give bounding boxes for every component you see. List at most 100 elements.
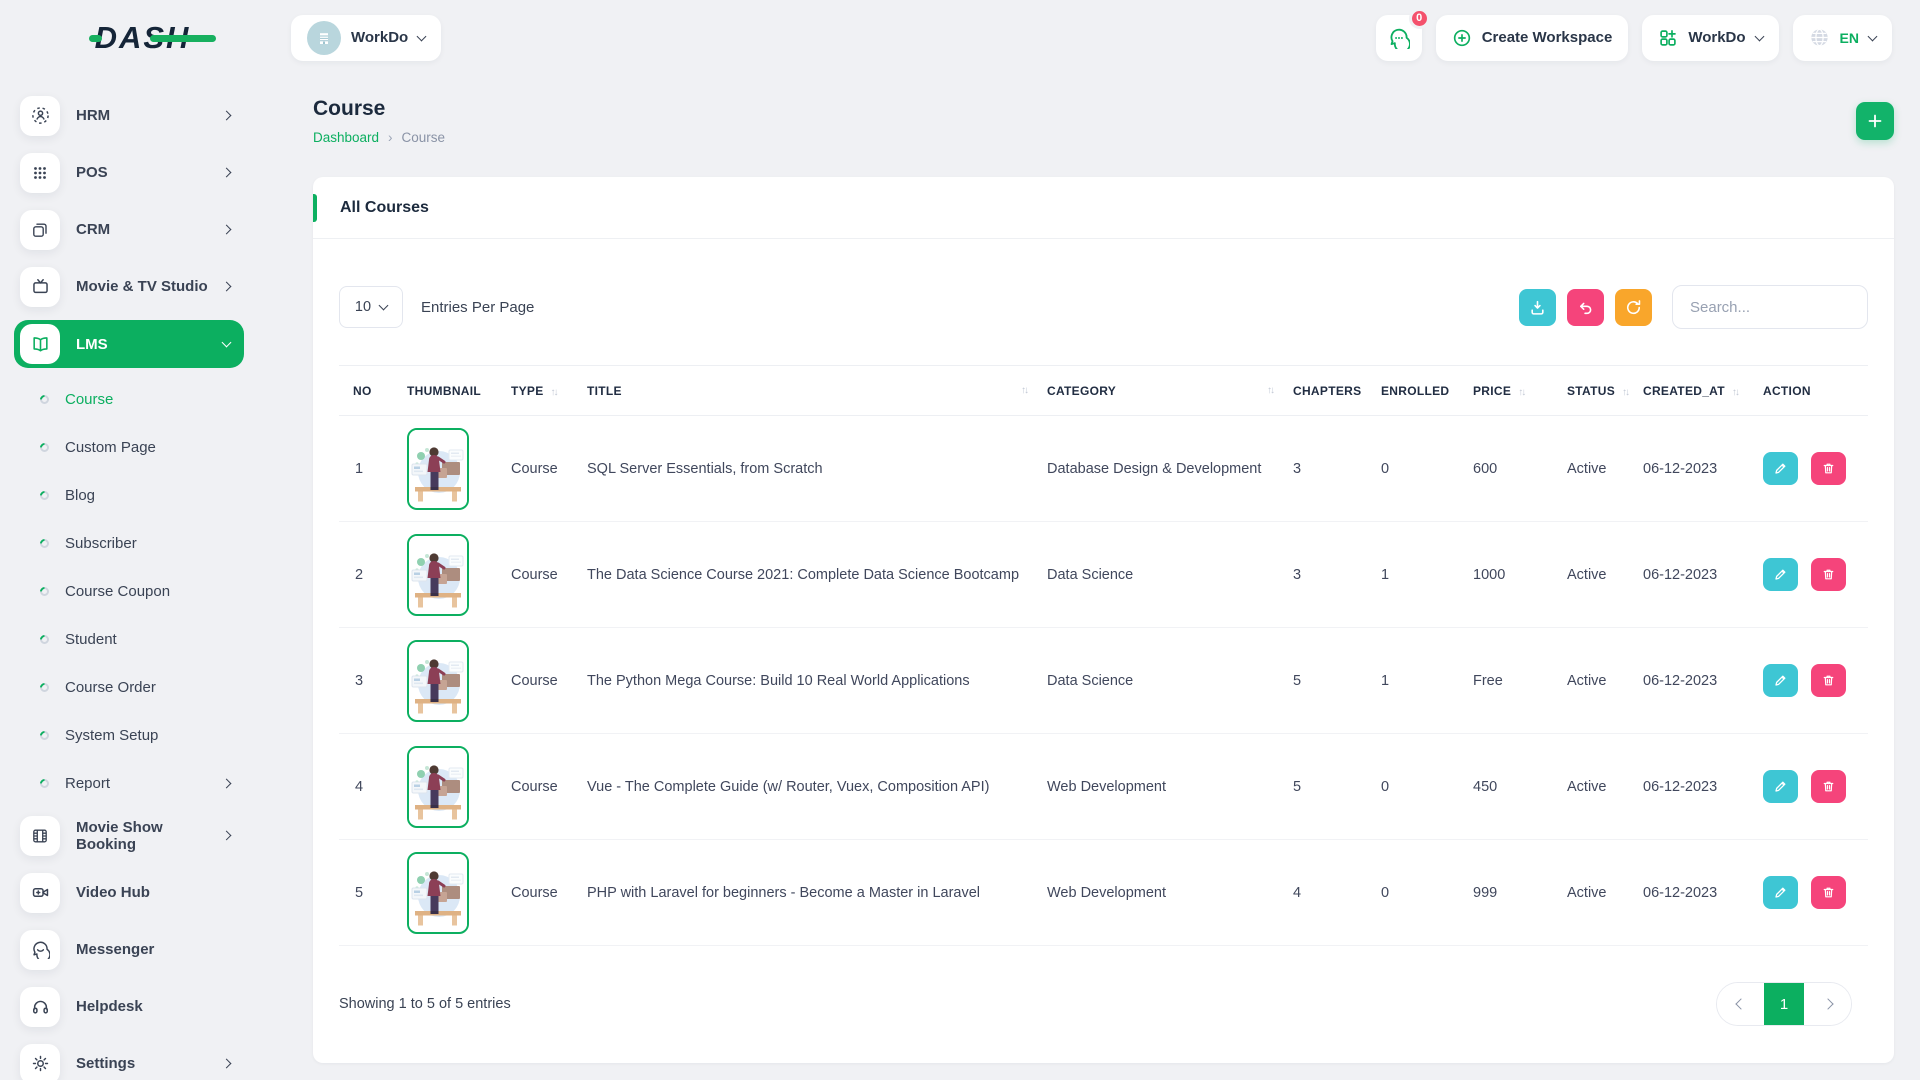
logo-green-bar bbox=[150, 35, 216, 42]
refresh-button[interactable] bbox=[1615, 289, 1652, 326]
course-thumbnail[interactable] bbox=[407, 534, 469, 616]
row-enrolled: 0 bbox=[1371, 840, 1463, 946]
table-controls: 10 Entries Per Page bbox=[339, 285, 1868, 329]
col-thumbnail: THUMBNAIL bbox=[397, 366, 501, 416]
course-thumbnail[interactable] bbox=[407, 852, 469, 934]
row-price: Free bbox=[1463, 628, 1557, 734]
course-thumbnail[interactable] bbox=[407, 640, 469, 722]
film-icon bbox=[20, 816, 60, 856]
col-enrolled: ENROLLED bbox=[1371, 366, 1463, 416]
entries-per-page-select[interactable]: 10 bbox=[339, 286, 403, 328]
submenu-bullet-icon bbox=[38, 393, 51, 406]
row-category: Data Science bbox=[1037, 628, 1283, 734]
pos-icon bbox=[20, 153, 60, 193]
row-status: Active bbox=[1557, 416, 1633, 522]
dash-logo[interactable]: DASH bbox=[95, 20, 191, 56]
chevron-down-icon bbox=[379, 301, 389, 311]
delete-button[interactable] bbox=[1811, 558, 1846, 591]
delete-button[interactable] bbox=[1811, 876, 1846, 909]
sidebar: HRM POS CRM bbox=[0, 75, 285, 1080]
messages-button[interactable]: 0 bbox=[1376, 15, 1422, 61]
sidebar-item-crm[interactable]: CRM bbox=[14, 201, 244, 258]
page-number-current[interactable]: 1 bbox=[1764, 983, 1804, 1025]
col-status[interactable]: STATUS↑↓ bbox=[1557, 366, 1633, 416]
sidebar-item-pos[interactable]: POS bbox=[14, 144, 244, 201]
sidebar-item-lms[interactable]: LMS bbox=[14, 320, 244, 368]
row-chapters: 5 bbox=[1283, 628, 1371, 734]
sidebar-item-blog[interactable]: Blog bbox=[14, 471, 244, 519]
sidebar-item-subscriber[interactable]: Subscriber bbox=[14, 519, 244, 567]
row-no: 1 bbox=[339, 416, 397, 522]
sidebar-item-movie-tv-studio[interactable]: Movie & TV Studio bbox=[14, 258, 244, 315]
plus-circle-icon bbox=[1452, 28, 1472, 48]
delete-button[interactable] bbox=[1811, 452, 1846, 485]
sidebar-item-course[interactable]: Course bbox=[14, 375, 244, 423]
sidebar-item-student[interactable]: Student bbox=[14, 615, 244, 663]
sort-icon: ↑↓ bbox=[1021, 385, 1027, 396]
language-selector[interactable]: EN bbox=[1793, 15, 1892, 61]
headphones-icon bbox=[20, 987, 60, 1027]
edit-button[interactable] bbox=[1763, 664, 1798, 697]
next-page-button[interactable] bbox=[1804, 983, 1851, 1025]
submenu-bullet-icon bbox=[38, 537, 51, 550]
sidebar-item-settings[interactable]: Settings bbox=[14, 1035, 244, 1080]
sidebar-item-messenger[interactable]: Messenger bbox=[14, 921, 244, 978]
edit-button[interactable] bbox=[1763, 452, 1798, 485]
sidebar-item-movie-show-booking[interactable]: Movie Show Booking bbox=[14, 807, 244, 864]
create-workspace-button[interactable]: Create Workspace bbox=[1436, 15, 1629, 61]
row-category: Web Development bbox=[1037, 840, 1283, 946]
sidebar-item-course-coupon[interactable]: Course Coupon bbox=[14, 567, 244, 615]
course-thumbnail[interactable] bbox=[407, 428, 469, 510]
create-workspace-label: Create Workspace bbox=[1482, 29, 1613, 46]
sidebar-item-system-setup[interactable]: System Setup bbox=[14, 711, 244, 759]
delete-button[interactable] bbox=[1811, 770, 1846, 803]
row-title: The Python Mega Course: Build 10 Real Wo… bbox=[577, 628, 1037, 734]
course-illustration bbox=[409, 642, 467, 718]
row-created-at: 06-12-2023 bbox=[1633, 734, 1753, 840]
sort-icon: ↑↓ bbox=[1267, 385, 1273, 396]
sidebar-item-helpdesk[interactable]: Helpdesk bbox=[14, 978, 244, 1035]
row-title: The Data Science Course 2021: Complete D… bbox=[577, 522, 1037, 628]
submenu-bullet-icon bbox=[38, 633, 51, 646]
topbar-actions: 0 Create Workspace WorkDo bbox=[1376, 15, 1920, 61]
sidebar-item-video-hub[interactable]: Video Hub bbox=[14, 864, 244, 921]
row-created-at: 06-12-2023 bbox=[1633, 416, 1753, 522]
courses-table: NO THUMBNAIL TYPE↑↓ TITLE↑↓ CATEGORY↑↓ bbox=[339, 365, 1868, 946]
col-title[interactable]: TITLE↑↓ bbox=[577, 366, 1037, 416]
edit-button[interactable] bbox=[1763, 558, 1798, 591]
chevron-right-icon bbox=[222, 1059, 232, 1069]
workdo-dropdown[interactable]: WorkDo bbox=[1642, 15, 1778, 61]
col-category[interactable]: CATEGORY↑↓ bbox=[1037, 366, 1283, 416]
workspace-selector[interactable]: WorkDo bbox=[291, 15, 441, 61]
prev-page-button[interactable] bbox=[1717, 983, 1764, 1025]
search-input[interactable] bbox=[1672, 285, 1868, 329]
export-button[interactable] bbox=[1519, 289, 1556, 326]
course-illustration bbox=[409, 536, 467, 612]
pencil-icon bbox=[1773, 461, 1788, 476]
add-course-button[interactable] bbox=[1856, 102, 1894, 140]
undo-arrow-icon bbox=[1577, 299, 1594, 316]
reset-button[interactable] bbox=[1567, 289, 1604, 326]
row-title: SQL Server Essentials, from Scratch bbox=[577, 416, 1037, 522]
logo-green-dot bbox=[89, 35, 102, 42]
sidebar-item-custom-page[interactable]: Custom Page bbox=[14, 423, 244, 471]
workdo-dropdown-label: WorkDo bbox=[1688, 29, 1745, 46]
card-body: 10 Entries Per Page bbox=[313, 239, 1894, 1026]
col-created-at[interactable]: CREATED_AT↑↓ bbox=[1633, 366, 1753, 416]
edit-button[interactable] bbox=[1763, 876, 1798, 909]
sidebar-item-course-order[interactable]: Course Order bbox=[14, 663, 244, 711]
row-enrolled: 0 bbox=[1371, 734, 1463, 840]
course-thumbnail[interactable] bbox=[407, 746, 469, 828]
col-type[interactable]: TYPE↑↓ bbox=[501, 366, 577, 416]
row-type: Course bbox=[501, 734, 577, 840]
edit-button[interactable] bbox=[1763, 770, 1798, 803]
breadcrumb-separator: › bbox=[388, 130, 393, 145]
sidebar-item-report[interactable]: Report bbox=[14, 759, 244, 807]
trash-icon bbox=[1821, 885, 1836, 900]
sidebar-item-hrm[interactable]: HRM bbox=[14, 87, 244, 144]
delete-button[interactable] bbox=[1811, 664, 1846, 697]
row-actions bbox=[1753, 628, 1868, 734]
breadcrumb-dashboard-link[interactable]: Dashboard bbox=[313, 130, 379, 145]
col-price[interactable]: PRICE↑↓ bbox=[1463, 366, 1557, 416]
table-row: 3 bbox=[339, 628, 1868, 734]
